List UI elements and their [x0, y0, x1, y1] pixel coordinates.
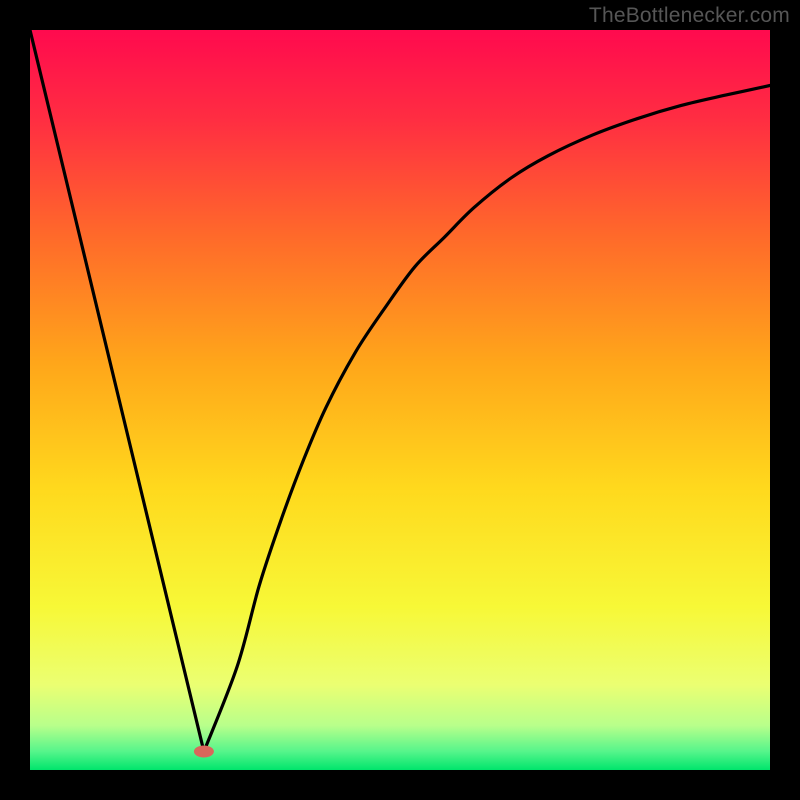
chart-svg	[30, 30, 770, 770]
gradient-background	[30, 30, 770, 770]
optimum-marker	[194, 746, 214, 758]
plot-area	[30, 30, 770, 770]
watermark-text: TheBottlenecker.com	[589, 4, 790, 28]
chart-frame: TheBottlenecker.com	[0, 0, 800, 800]
